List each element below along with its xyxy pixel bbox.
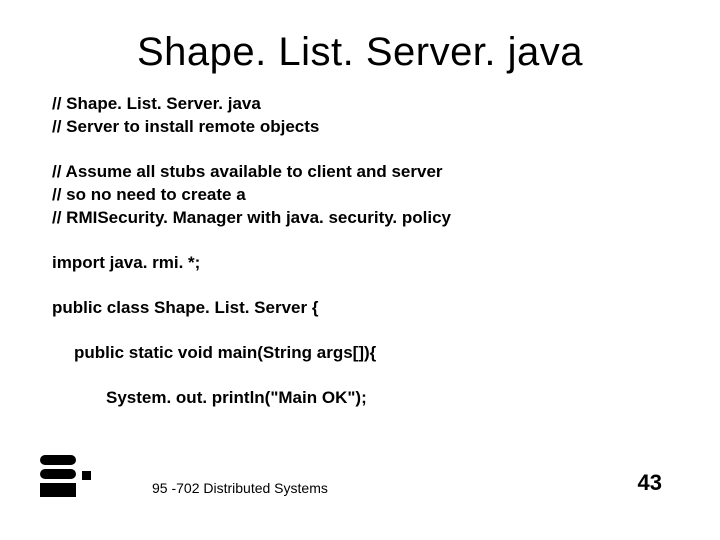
code-line: // RMISecurity. Manager with java. secur…	[52, 207, 668, 230]
code-line: System. out. println("Main OK");	[52, 387, 668, 410]
code-line: // Assume all stubs available to client …	[52, 161, 668, 184]
page-number: 43	[638, 470, 662, 496]
code-line: import java. rmi. *;	[52, 252, 668, 275]
logo-icon	[40, 455, 96, 502]
code-line: public static void main(String args[]){	[52, 342, 668, 365]
code-line: // Shape. List. Server. java	[52, 93, 668, 116]
course-label: 95 -702 Distributed Systems	[152, 480, 328, 496]
footer: 95 -702 Distributed Systems 43	[0, 462, 720, 502]
code-line: // so no need to create a	[52, 184, 668, 207]
code-line: public class Shape. List. Server {	[52, 297, 668, 320]
code-line: // Server to install remote objects	[52, 116, 668, 139]
code-block: // Shape. List. Server. java // Server t…	[0, 75, 720, 409]
slide-title: Shape. List. Server. java	[0, 0, 720, 75]
